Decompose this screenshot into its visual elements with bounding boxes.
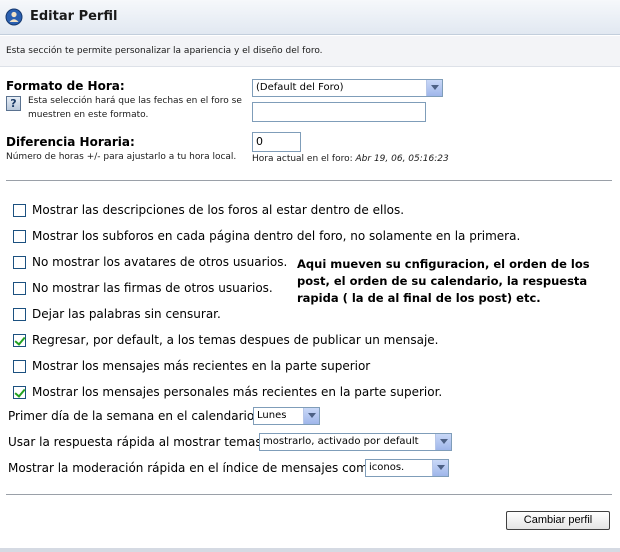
time-format-help-line1: Esta selección hará que las fechas en el… (28, 96, 242, 106)
time-format-select[interactable]: (Default del Foro) (252, 79, 443, 97)
first-day-label: Primer día de la semana en el calendario… (8, 409, 259, 423)
time-format-help-line2: muestren en este formato. (28, 110, 149, 120)
current-time-value: Abr 19, 06, 05:16:23 (355, 154, 449, 164)
checkbox-checked[interactable] (13, 334, 26, 347)
footer-band (0, 548, 620, 552)
annotation-note: Aqui mueven su cnfiguracion, el orden de… (295, 255, 593, 326)
profile-globe-icon (5, 8, 23, 26)
description-band: Esta sección te permite personalizar la … (0, 36, 620, 67)
page-title: Editar Perfil (30, 9, 118, 24)
current-time-label: Hora actual en el foro: (252, 154, 353, 164)
checkbox[interactable] (13, 282, 26, 295)
time-format-label: Formato de Hora: (6, 79, 125, 93)
submit-button[interactable]: Cambiar perfil (506, 511, 610, 530)
quick-reply-select[interactable]: mostrarlo, activado por default (259, 433, 452, 451)
quick-reply-label: Usar la respuesta rápida al mostrar tema… (8, 435, 266, 449)
first-day-select[interactable]: Lunes (253, 407, 320, 425)
time-format-select-value: (Default del Foro) (256, 82, 344, 93)
chevron-down-icon (303, 408, 319, 424)
divider-bottom (6, 494, 612, 495)
quick-mod-select[interactable]: iconos. (365, 459, 449, 477)
divider-top (6, 180, 612, 181)
custom-time-format-input[interactable] (252, 102, 426, 122)
checkbox[interactable] (13, 204, 26, 217)
help-icon[interactable]: ? (6, 96, 21, 111)
time-offset-help: Número de horas +/- para ajustarlo a tu … (6, 152, 237, 162)
checkbox[interactable] (13, 308, 26, 321)
title-bar: Editar Perfil (0, 0, 620, 35)
checkbox[interactable] (13, 230, 26, 243)
checkbox-checked[interactable] (13, 386, 26, 399)
checkbox[interactable] (13, 360, 26, 373)
chevron-down-icon (426, 80, 442, 96)
checkbox[interactable] (13, 256, 26, 269)
time-offset-label: Diferencia Horaria: (6, 135, 135, 149)
current-time: Hora actual en el foro: Abr 19, 06, 05:1… (252, 152, 449, 166)
time-offset-input[interactable]: 0 (252, 132, 301, 152)
chevron-down-icon (432, 460, 448, 476)
quick-mod-label: Mostrar la moderación rápida en el índic… (8, 461, 376, 475)
section-description: Esta sección te permite personalizar la … (6, 46, 323, 56)
chevron-down-icon (435, 434, 451, 450)
